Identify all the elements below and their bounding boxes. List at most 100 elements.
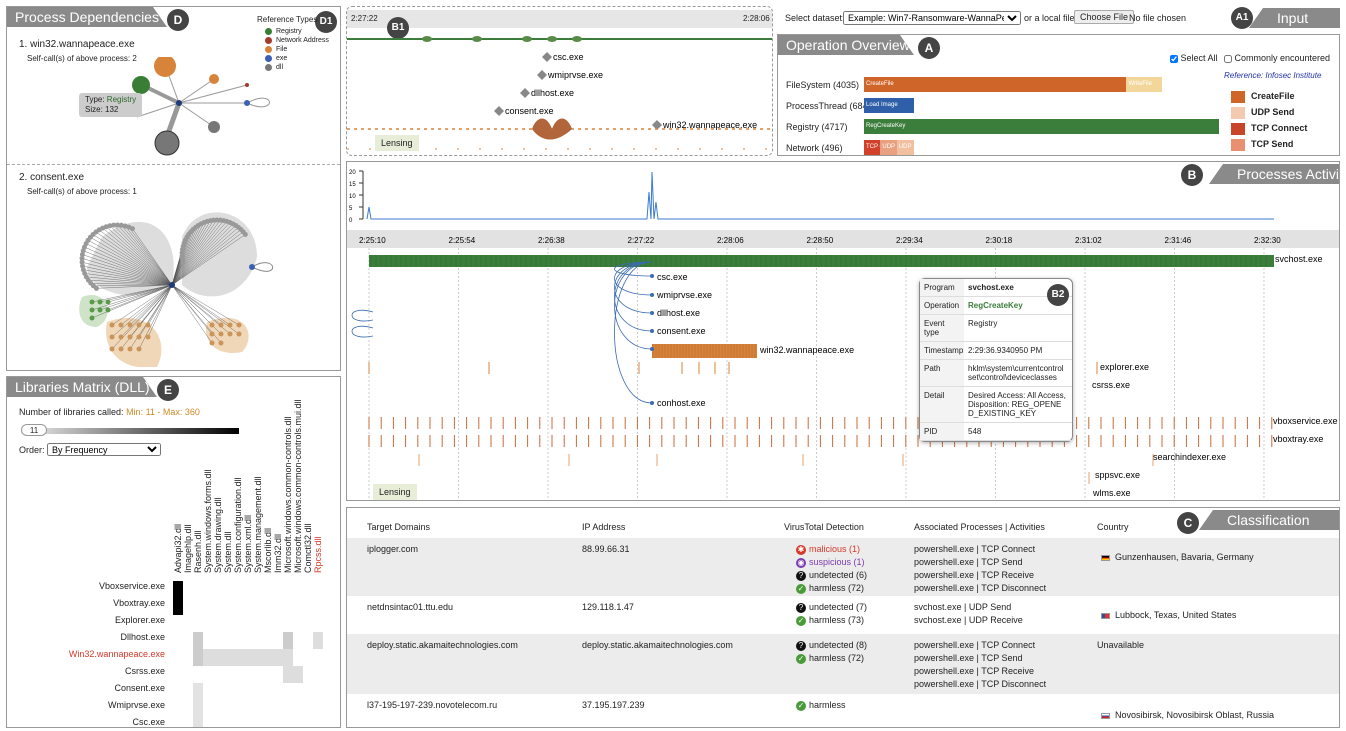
tooltip-size: Size: 132 [85, 105, 119, 114]
node [218, 340, 224, 346]
ip-cell: 37.195.197.239 [582, 700, 645, 710]
table-row[interactable]: deploy.static.akamaitechnologies.com depl… [347, 634, 1339, 694]
tooltip-key: Program [920, 279, 964, 296]
matrix-cell[interactable] [193, 649, 203, 666]
lens-view[interactable]: csc.exe wmiprvse.exe dllhost.exe consent.ex… [347, 7, 773, 156]
svchost-bar [369, 255, 1274, 267]
process-1-title: 1. win32.wannapeace.exe [19, 39, 135, 50]
reference-link[interactable]: Reference: Infosec Institute [1224, 71, 1321, 80]
matrix-cell[interactable] [233, 649, 243, 666]
library-row-label: Consent.exe [114, 683, 165, 693]
common-label: Commonly encountered [1234, 53, 1331, 63]
matrix-cell[interactable] [243, 649, 253, 666]
matrix-cell[interactable] [203, 649, 213, 666]
vt-label: suspicious (1) [809, 557, 865, 567]
question-icon: ? [796, 602, 806, 613]
node [136, 346, 142, 352]
matrix-cell[interactable] [253, 649, 263, 666]
lens-button[interactable]: Lensing [375, 135, 419, 151]
lens-process-label: csc.exe [553, 52, 584, 62]
matrix-cell[interactable] [193, 632, 203, 649]
node [209, 340, 215, 346]
matrix-cell[interactable] [283, 632, 293, 649]
activity-timeline[interactable]: 20 15 10 5 0 2:25:10 2:25:54 2:26:38 2:27:22 2:28… [347, 162, 1340, 501]
matrix-cell[interactable] [283, 649, 293, 666]
matrix-cell[interactable] [263, 649, 273, 666]
y-tick-label: 0 [349, 218, 353, 224]
choose-file-button[interactable]: Choose File [1074, 10, 1135, 24]
legend-label: CreateFile [1251, 91, 1295, 101]
operation-bar-segment[interactable]: TCP C [864, 140, 881, 155]
activity-lens-button[interactable]: Lensing [373, 484, 417, 500]
matrix-cell[interactable] [283, 666, 293, 683]
operation-bar-segment[interactable]: Load Image [864, 98, 914, 113]
matrix-cell[interactable] [223, 649, 233, 666]
matrix-cell[interactable] [173, 581, 183, 598]
legend-label: File [276, 46, 288, 53]
select-all-input[interactable] [1170, 54, 1178, 63]
file-node [154, 57, 176, 77]
matrix-cell[interactable] [293, 666, 303, 683]
vt-label: undetected (8) [809, 640, 868, 650]
column-header: IP Address [582, 522, 626, 532]
legend-item: TCP Send [1231, 136, 1307, 152]
legend-item: File [265, 45, 329, 54]
lens-process-glyph [542, 52, 552, 62]
vt-label: harmless (72) [809, 653, 865, 663]
operation-bar-segment[interactable]: UDP S [880, 140, 897, 155]
order-select[interactable]: By Frequency [47, 443, 161, 456]
node [97, 299, 103, 305]
tooltip-key: Path [920, 360, 964, 386]
libraries-matrix-panel: Libraries Matrix (DLL) E Number of libra… [6, 376, 341, 728]
matrix-cell[interactable] [213, 649, 223, 666]
process-label: explorer.exe [1100, 362, 1149, 372]
tooltip-key: Operation [920, 297, 964, 314]
lens-event [422, 36, 432, 42]
library-column-label: Microsoft.windows.common-controls.mui.dl… [293, 399, 303, 573]
vt-label: malicious (1) [809, 544, 861, 554]
count-slider[interactable]: 11 [21, 424, 47, 436]
time-label: 2:26:38 [538, 236, 565, 245]
matrix-cell[interactable] [173, 598, 183, 615]
dependency-graph-2[interactable] [7, 197, 341, 367]
table-row[interactable]: iplogger.com 88.99.66.31 ✱ malicious (1) ◉ su… [347, 538, 1339, 596]
check-icon: ✓ [796, 615, 806, 626]
matrix-cell[interactable] [313, 632, 323, 649]
lens-panel: 2:27:22 2:28:06 B1 csc.exe wmiprvse.exe dl… [346, 6, 773, 156]
operation-bar-segment[interactable]: RegCreateKey [864, 119, 1219, 134]
common-checkbox[interactable]: Commonly encountered [1224, 53, 1330, 63]
matrix-cell[interactable] [273, 649, 283, 666]
process-start [650, 274, 654, 278]
matrix-cell[interactable] [193, 717, 203, 727]
tooltip-key: Timestamp [920, 342, 964, 359]
process-activity: powershell.exe | TCP Disconnect [914, 679, 1047, 689]
dataset-select[interactable]: Example: Win7-Ransomware-WannaPeace [843, 11, 1021, 25]
table-row[interactable]: l37-195-197-239.novotelecom.ru 37.195.197… [347, 694, 1339, 727]
tooltip-type: Registry [106, 95, 137, 104]
process-2-selfcalls: Self-call(s) of above process: 1 [27, 187, 137, 196]
matrix-cell[interactable] [193, 683, 203, 700]
operation-bar-segment[interactable]: WriteFile [1126, 77, 1163, 92]
common-input[interactable] [1224, 54, 1232, 63]
node [97, 307, 103, 313]
vt-detection: ✓ harmless (73) [796, 615, 864, 626]
legend-dot [265, 36, 272, 44]
operation-bar-segment[interactable]: UDP [896, 140, 914, 155]
matrix-cell[interactable] [193, 700, 203, 717]
node [236, 322, 242, 328]
legend-label: Network Address [276, 37, 329, 44]
tooltip-key: Event type [920, 315, 964, 341]
operation-bar-segment[interactable]: CreateFile [864, 77, 1127, 92]
process-activity: powershell.exe | TCP Receive [914, 666, 1035, 676]
dependency-graph-1[interactable] [7, 57, 341, 207]
time-label: 2:27:22 [628, 236, 655, 245]
flag-icon [1101, 554, 1110, 561]
process-activity: powershell.exe | TCP Connect [914, 640, 1036, 650]
table-row[interactable]: netdnsintac01.ttu.edu 129.118.1.47? undete… [347, 596, 1339, 634]
tooltip-value: Registry [968, 319, 998, 328]
library-column-label: System.dll [223, 531, 233, 573]
overview-legend: CreateFile UDP Send TCP Connect TCP Send [1231, 88, 1307, 152]
library-column-label: Comctl32.dll [303, 523, 313, 573]
select-all-checkbox[interactable]: Select All [1170, 53, 1218, 63]
legend-dot [265, 27, 272, 35]
